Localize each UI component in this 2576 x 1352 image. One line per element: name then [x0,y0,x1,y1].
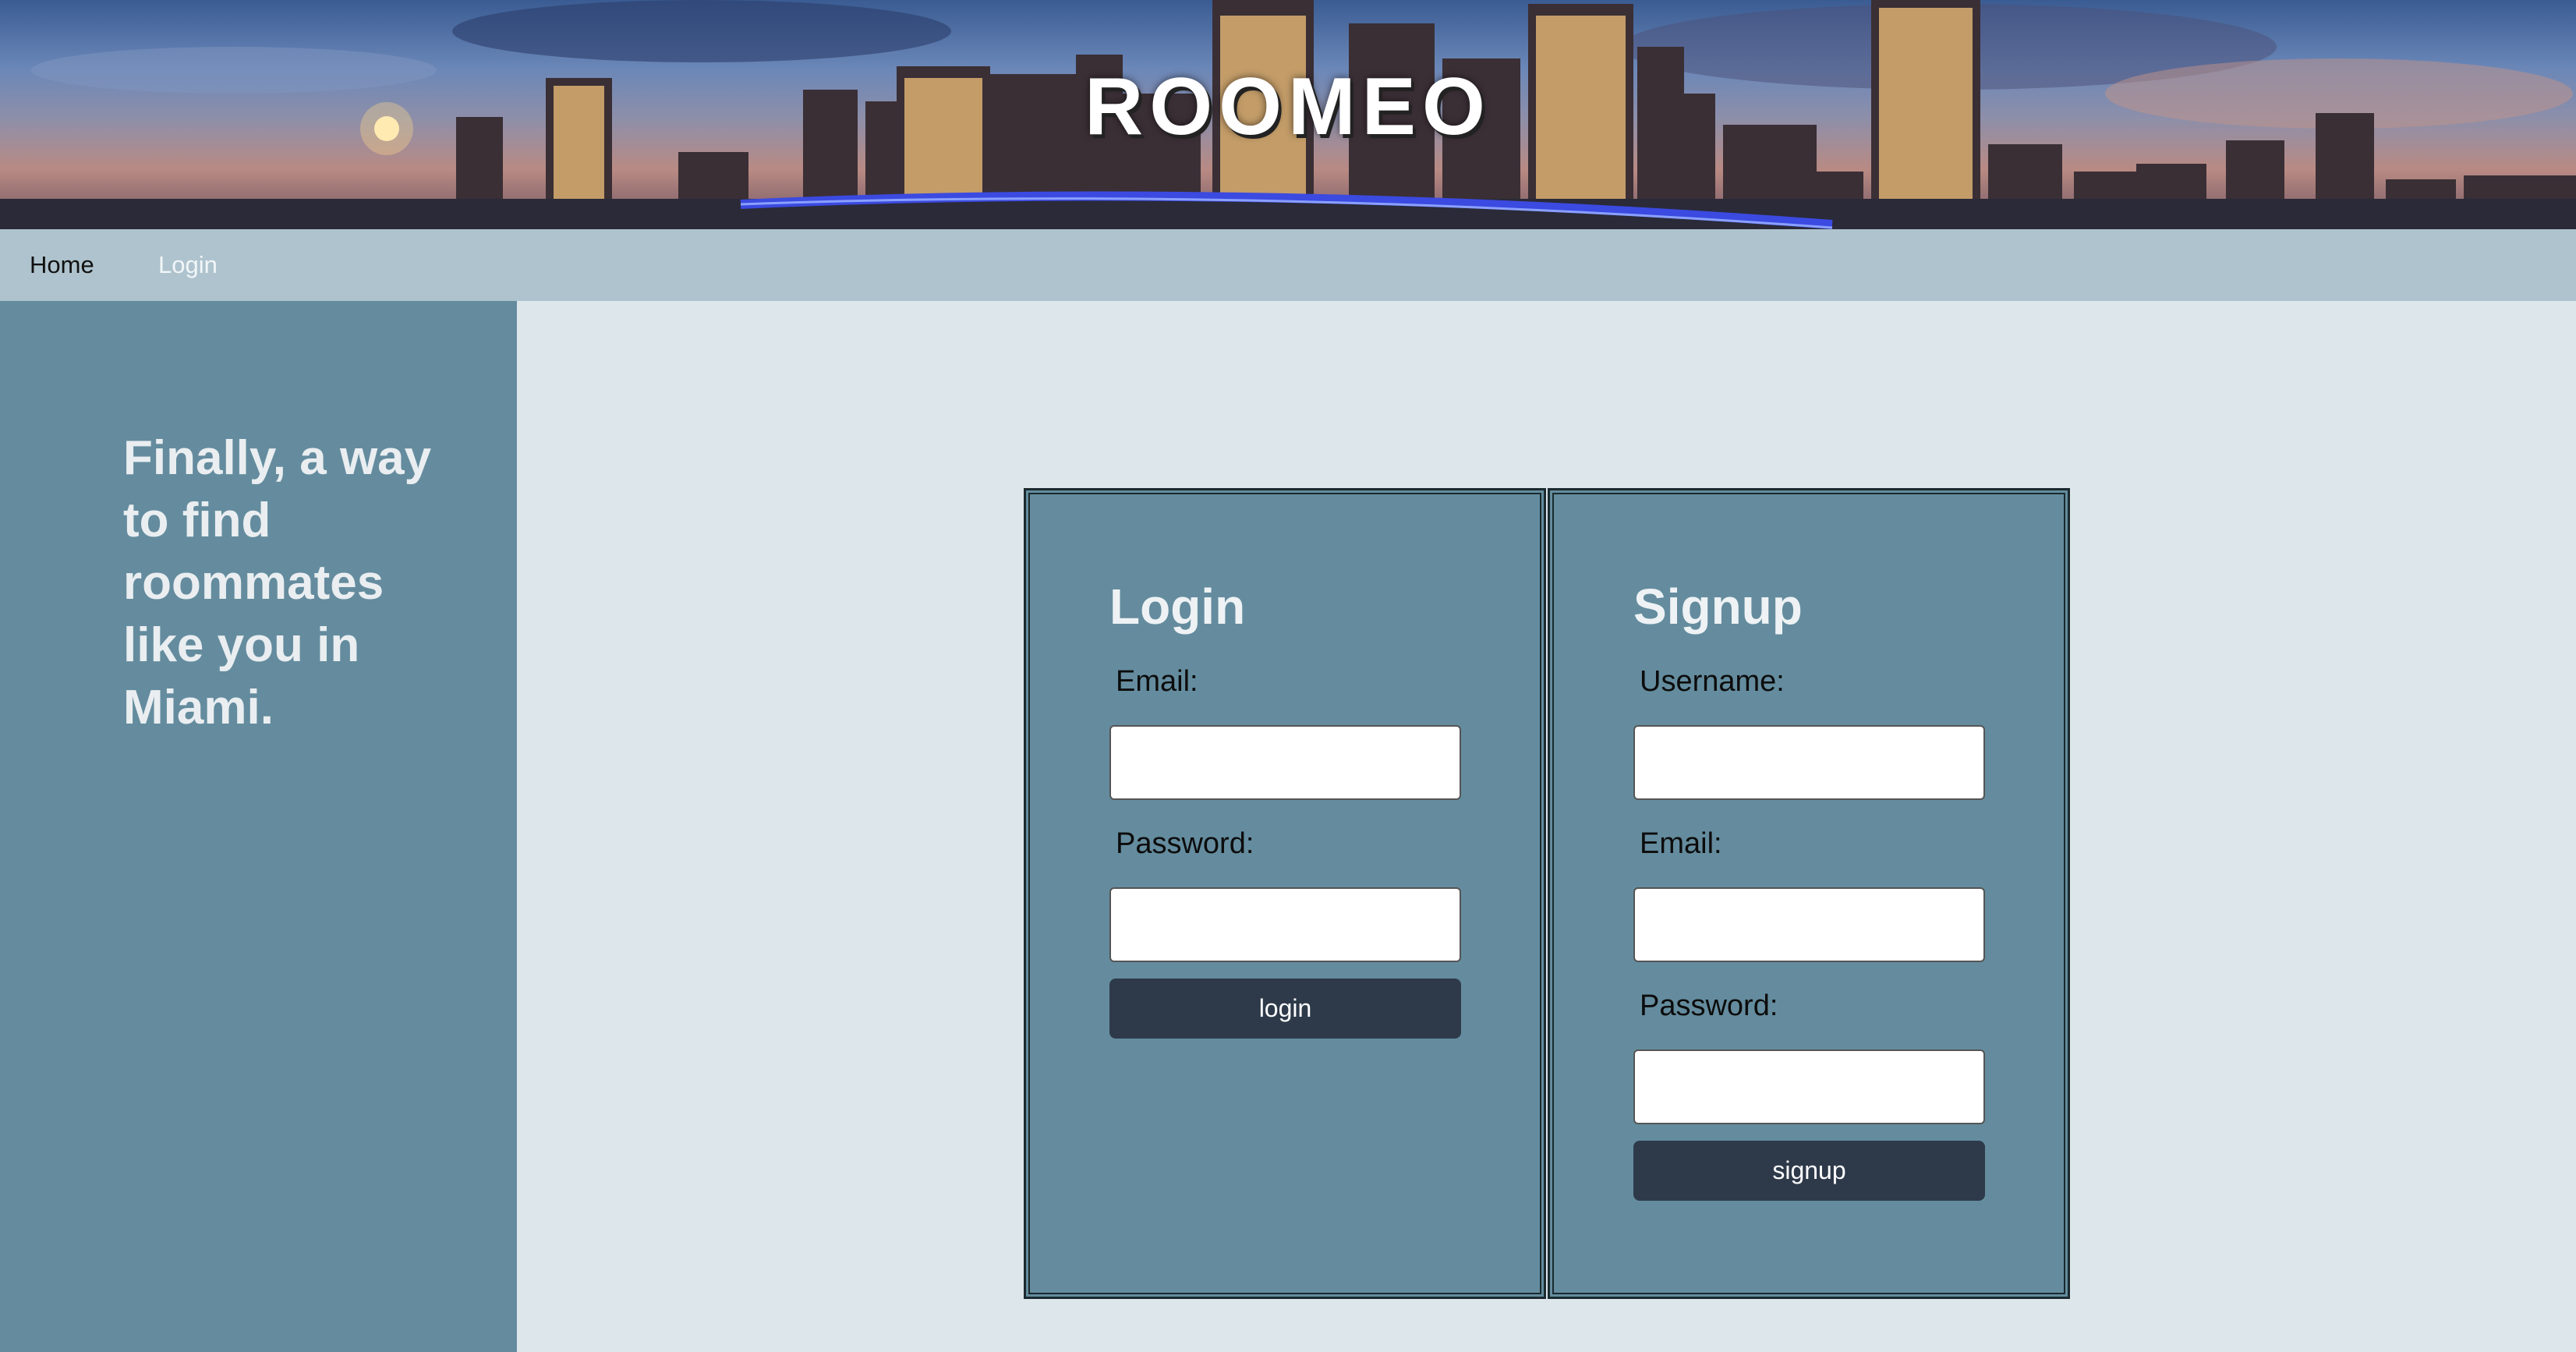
sidebar-tagline: Finally, a way to find roommates like yo… [123,431,432,734]
login-email-input[interactable] [1109,725,1461,800]
signup-password-input[interactable] [1633,1049,1985,1124]
signup-email-label: Email: [1640,827,1722,860]
nav-login-link[interactable]: Login [158,251,218,279]
signup-heading: Signup [1633,579,1803,635]
header-banner: ROOMEO [0,0,2576,229]
signup-email-input[interactable] [1633,887,1985,962]
login-password-input[interactable] [1109,887,1461,962]
login-password-label: Password: [1116,827,1254,860]
login-heading: Login [1109,579,1246,635]
signup-button[interactable]: signup [1633,1141,1985,1201]
site-title: ROOMEO [1085,62,1491,152]
nav-bar: Home Login [0,229,2576,301]
login-button[interactable]: login [1109,979,1461,1039]
login-email-label: Email: [1116,665,1198,698]
login-panel: Login Email: Password: login [1024,488,1546,1299]
signup-password-label: Password: [1640,989,1778,1022]
sidebar: Finally, a way to find roommates like yo… [0,301,517,1352]
signup-username-label: Username: [1640,665,1785,698]
signup-panel: Signup Username: Email: Password: signup [1548,488,2070,1299]
nav-home-link[interactable]: Home [30,251,94,279]
signup-username-input[interactable] [1633,725,1985,800]
